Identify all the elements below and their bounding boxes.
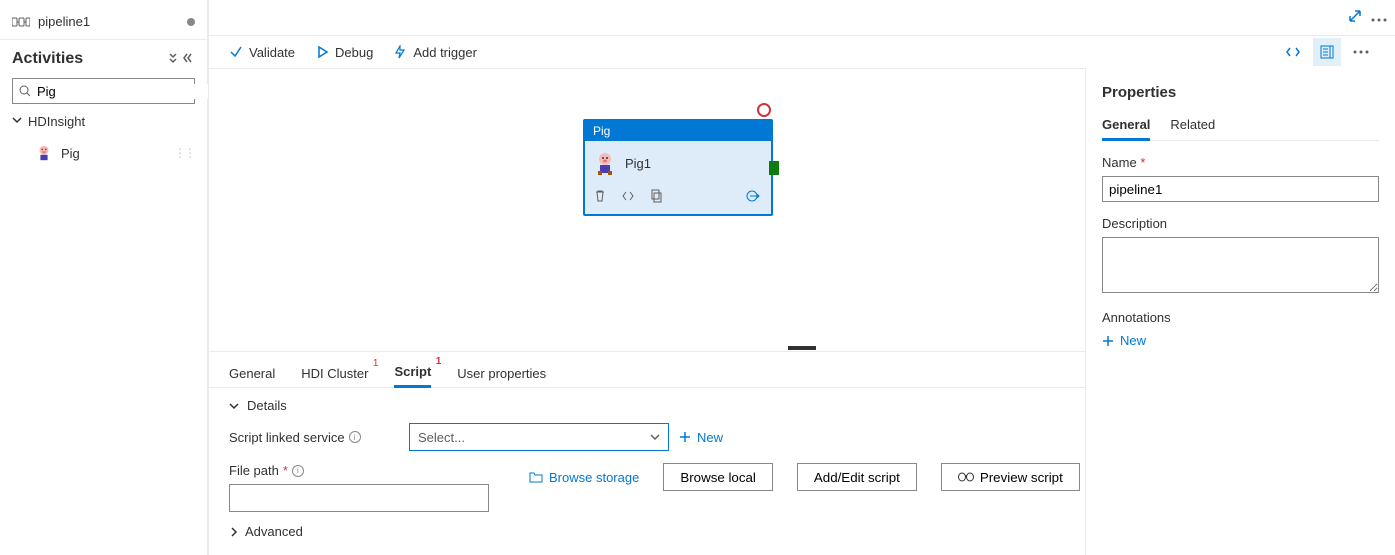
pipeline-name-input[interactable] (1102, 176, 1379, 202)
name-field-label: Name * (1102, 155, 1379, 170)
file-path-input[interactable] (229, 484, 489, 512)
info-icon[interactable]: i (292, 465, 304, 477)
tab-script[interactable]: Script 1 (394, 358, 431, 388)
success-connector[interactable] (769, 161, 779, 175)
chevron-right-icon (229, 527, 239, 537)
expand-all-icon[interactable] (167, 52, 179, 67)
description-field-label: Description (1102, 216, 1379, 231)
properties-tab-general[interactable]: General (1102, 111, 1150, 141)
code-view-icon[interactable] (1279, 38, 1307, 66)
activity-item-pig[interactable]: Pig ⋮⋮ (8, 137, 199, 169)
browse-storage-link[interactable]: Browse storage (529, 470, 639, 485)
tab-user-properties[interactable]: User properties (457, 360, 546, 387)
preview-icon (958, 472, 974, 482)
activities-heading: Activities (12, 50, 83, 68)
pig-icon (35, 144, 53, 162)
more-menu-icon[interactable] (1371, 10, 1387, 25)
tab-hdi-badge: 1 (373, 358, 379, 369)
pipeline-icon (12, 15, 30, 29)
activities-search[interactable] (12, 78, 195, 104)
activity-item-label: Pig (61, 146, 80, 161)
activity-node-pig[interactable]: Pig Pig1 (583, 119, 773, 216)
more-toolbar-icon[interactable] (1347, 38, 1375, 66)
output-connector-icon[interactable] (745, 189, 763, 206)
search-icon (19, 85, 31, 97)
validate-label: Validate (249, 45, 295, 60)
tab-script-badge: 1 (436, 356, 442, 367)
chevron-down-icon (229, 401, 239, 411)
properties-title: Properties (1102, 84, 1379, 101)
add-trigger-button[interactable]: Add trigger (393, 45, 477, 60)
activity-category-label: HDInsight (28, 114, 85, 129)
folder-icon (529, 471, 543, 483)
file-path-label: File path * i (229, 463, 399, 478)
properties-toggle-icon[interactable] (1313, 38, 1341, 66)
delete-activity-icon[interactable] (593, 189, 607, 206)
tab-general[interactable]: General (229, 360, 275, 387)
activity-node-type: Pig (585, 121, 771, 141)
details-label: Details (247, 398, 287, 413)
tab-script-label: Script (394, 364, 431, 379)
collapse-panel-icon[interactable] (183, 52, 195, 67)
properties-panel: Properties General Related Name * Descri… (1085, 68, 1395, 555)
pipeline-description-input[interactable] (1102, 237, 1379, 293)
browse-storage-label: Browse storage (549, 470, 639, 485)
debug-label: Debug (335, 45, 373, 60)
script-linked-service-label: Script linked service i (229, 430, 399, 445)
debug-button[interactable]: Debug (315, 45, 373, 60)
activity-node-name: Pig1 (625, 156, 651, 171)
activities-search-input[interactable] (37, 84, 213, 99)
clone-activity-icon[interactable] (649, 189, 663, 206)
validation-error-indicator (757, 103, 771, 117)
add-trigger-label: Add trigger (413, 45, 477, 60)
annotations-field-label: Annotations (1102, 310, 1379, 325)
script-linked-service-select[interactable]: Select... (409, 423, 669, 451)
pipeline-tab-title: pipeline1 (38, 14, 90, 29)
add-edit-script-button[interactable]: Add/Edit script (797, 463, 917, 491)
add-annotation-link[interactable]: New (1102, 333, 1379, 348)
chevron-down-icon (650, 432, 660, 442)
tab-hdi-label: HDI Cluster (301, 366, 368, 381)
pipeline-tab[interactable]: pipeline1 (0, 4, 207, 40)
preview-script-button[interactable]: Preview script (941, 463, 1080, 491)
tab-hdi-cluster[interactable]: HDI Cluster 1 (301, 360, 368, 387)
activity-category-hdinsight[interactable]: HDInsight (0, 108, 207, 135)
activity-code-icon[interactable] (621, 189, 635, 206)
drag-handle-icon[interactable]: ⋮⋮ (174, 146, 194, 160)
browse-local-button[interactable]: Browse local (663, 463, 773, 491)
unsaved-indicator (187, 18, 195, 26)
pig-icon (593, 151, 617, 175)
select-placeholder: Select... (418, 430, 465, 445)
properties-tab-related[interactable]: Related (1170, 111, 1215, 140)
info-icon[interactable]: i (349, 431, 361, 443)
new-linked-service-link[interactable]: New (679, 430, 723, 445)
new-link-label: New (697, 430, 723, 445)
chevron-down-icon (12, 115, 22, 128)
expand-fullscreen-icon[interactable] (1347, 8, 1363, 27)
advanced-label: Advanced (245, 524, 303, 539)
validate-button[interactable]: Validate (229, 45, 295, 60)
